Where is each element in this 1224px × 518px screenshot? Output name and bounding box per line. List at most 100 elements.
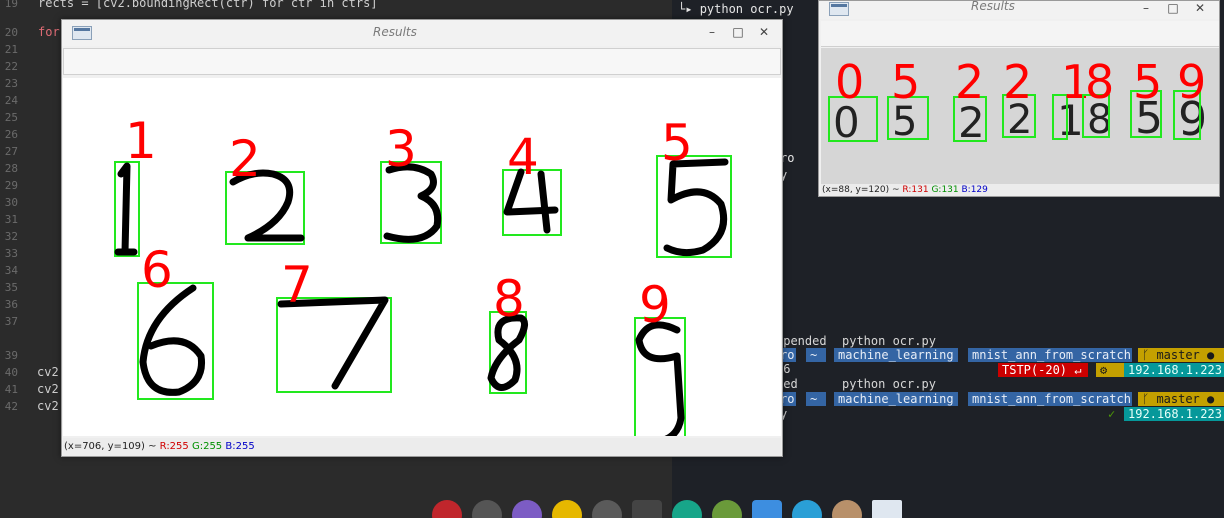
results-window-large[interactable]: Results – □ ✕ 1 2 3 4 5 6 7 8 9 (x=706, y=109) ~…: [61, 19, 783, 457]
teapot-icon[interactable]: [552, 500, 582, 518]
monitor-icon[interactable]: [672, 500, 702, 518]
command-text: python ocr.py: [699, 2, 794, 16]
window-app-icon: [829, 2, 849, 16]
line-number-gutter: 19 20 21 22 23 24 25 26 27 28 29 30 31 3…: [0, 0, 24, 518]
maximize-button[interactable]: □: [1166, 1, 1180, 15]
code-line-42: cv2: [37, 399, 59, 413]
terminal-icon[interactable]: [432, 500, 462, 518]
line-number: 22: [4, 60, 18, 73]
maximize-button[interactable]: □: [731, 25, 745, 39]
minimize-button[interactable]: –: [1139, 1, 1153, 15]
prompt-git-branch: ᚴ master ●: [1138, 392, 1224, 406]
line-number: 30: [4, 196, 18, 209]
files-icon[interactable]: [512, 500, 542, 518]
digit-prediction-label: 2: [1003, 55, 1032, 109]
detection-image: 0055222211885599: [828, 55, 1207, 147]
digit-prediction-label: 6: [141, 241, 173, 299]
line-number: 41: [4, 383, 18, 396]
digit-prediction-label: 2: [955, 55, 984, 109]
digit-prediction-label: 1: [125, 112, 157, 170]
minimize-button[interactable]: –: [705, 25, 719, 39]
job-command: python ocr.py: [842, 377, 936, 391]
line-number: 25: [4, 111, 18, 124]
code-line-19: rects = [cv2.boundingRect(ctr) for ctr i…: [38, 0, 378, 10]
line-number: 36: [4, 298, 18, 311]
digit-prediction-label: 2: [229, 130, 261, 188]
line-number: 42: [4, 400, 18, 413]
results-window-small[interactable]: Results – □ ✕ 0055222211885599 (x=88, y=…: [818, 0, 1220, 197]
line-number: 28: [4, 162, 18, 175]
line-number: 19: [4, 0, 18, 10]
window-app-icon: [72, 26, 92, 40]
line-number: 31: [4, 213, 18, 226]
window-toolbar: [821, 21, 1219, 47]
prompt-path-dir: machine_learning: [834, 348, 958, 362]
handwritten-stroke: [487, 314, 528, 391]
line-number: 39: [4, 349, 18, 362]
avatar-icon[interactable]: [832, 500, 862, 518]
pixel-status-bar: (x=88, y=120) ~ R:131 G:131 B:129: [821, 184, 1219, 196]
line-number: 37: [4, 315, 18, 328]
success-check-icon: ✓: [1108, 407, 1116, 421]
line-number: 32: [4, 230, 18, 243]
pixel-status-bar: (x=706, y=109) ~ R:255 G:255 B:255: [63, 438, 781, 456]
digit-prediction-label: 4: [507, 128, 539, 186]
job-status-suspended: spended: [776, 334, 827, 348]
line-number: 23: [4, 77, 18, 90]
code-line-40: cv2: [37, 365, 59, 379]
digit-prediction-label: 5: [661, 114, 693, 172]
prompt-path-dir: machine_learning: [834, 392, 958, 406]
digit-prediction-label: 0: [835, 55, 864, 109]
window-icon[interactable]: [872, 500, 902, 518]
digit-prediction-label: 9: [639, 276, 671, 334]
line-number: 40: [4, 366, 18, 379]
prompt-path-dir: mnist_ann_from_scratch: [968, 348, 1132, 362]
digit-prediction-label: 3: [385, 120, 417, 178]
line-number: 35: [4, 281, 18, 294]
handwritten-stroke: [117, 162, 131, 256]
code-keyword-for: for: [38, 25, 60, 39]
git-icon[interactable]: [632, 500, 662, 518]
close-button[interactable]: ✕: [1193, 1, 1207, 15]
prompt-git-branch: ᚴ master ●: [1138, 348, 1224, 362]
line-number: 21: [4, 43, 18, 56]
line-number: 26: [4, 128, 18, 141]
digit-prediction-label: 9: [1177, 55, 1206, 109]
desktop: 19 20 21 22 23 24 25 26 27 28 29 30 31 3…: [0, 0, 1224, 518]
window-toolbar: [63, 48, 781, 75]
window-titlebar[interactable]: Results – □ ✕: [819, 0, 1219, 19]
prompt-path-home: ~: [806, 392, 826, 406]
window-title: Results: [971, 0, 1015, 13]
line-number: 27: [4, 145, 18, 158]
line-number: 33: [4, 247, 18, 260]
line-number: 20: [4, 26, 18, 39]
window-titlebar[interactable]: Results – □ ✕: [62, 20, 782, 46]
image-canvas[interactable]: 1 2 3 4 5 6 7 8 9: [63, 78, 781, 436]
sublime-icon[interactable]: [592, 500, 622, 518]
line-number: 34: [4, 264, 18, 277]
digit-prediction-label: 8: [1085, 55, 1114, 109]
branch-icon: ᚴ: [1142, 348, 1157, 362]
ip-address: 192.168.1.223: [1124, 407, 1224, 421]
digit-prediction-label: 8: [493, 270, 525, 328]
exit-code-badge: TSTP(-20) ↵: [998, 363, 1088, 377]
code-line-41: cv2: [37, 382, 59, 396]
digit-prediction-label: 5: [891, 55, 920, 109]
prompt-arrow-icon: └▸: [678, 2, 700, 16]
ip-address: 192.168.1.223: [1124, 363, 1224, 377]
webstorm-icon[interactable]: [792, 500, 822, 518]
close-button[interactable]: ✕: [757, 25, 771, 39]
terminal-top-command: └▸ python ocr.py: [678, 2, 794, 16]
job-command: python ocr.py: [842, 334, 936, 348]
android-icon[interactable]: [712, 500, 742, 518]
branch-icon: ᚴ: [1142, 392, 1157, 406]
line-number: 29: [4, 179, 18, 192]
shell-icon[interactable]: [472, 500, 502, 518]
handwritten-stroke: [139, 284, 206, 396]
image-canvas[interactable]: 0055222211885599: [821, 48, 1219, 184]
digit-prediction-label: 7: [281, 256, 313, 314]
dock: [430, 496, 910, 518]
appstore-icon[interactable]: [752, 500, 782, 518]
handwritten-stroke: [537, 170, 551, 234]
prompt-path-dir: mnist_ann_from_scratch: [968, 392, 1132, 406]
